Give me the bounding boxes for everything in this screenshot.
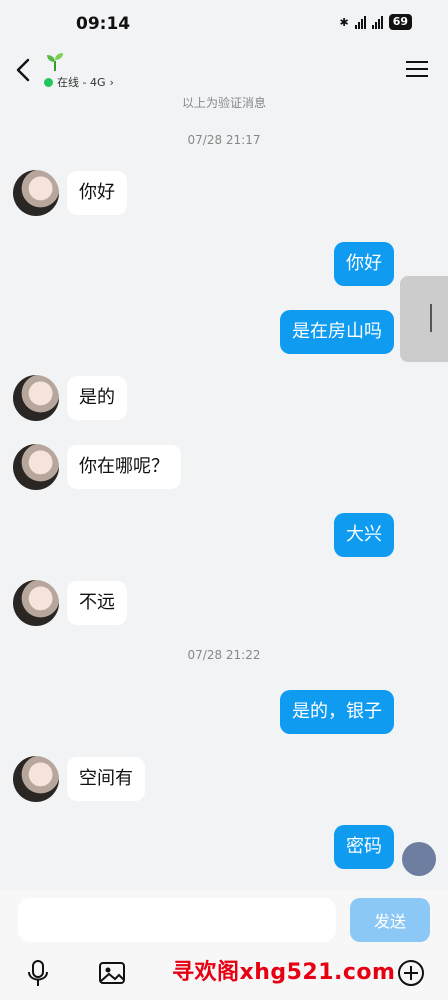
message-bubble-outgoing[interactable]: 你好 [334,242,394,286]
message-row: 是的 [0,375,448,421]
timestamp: 07/28 21:17 [187,133,261,147]
message-bubble-incoming[interactable]: 你好 [67,171,127,215]
message-row: 大兴 [0,512,448,558]
signal-icon [371,15,383,29]
plus-icon[interactable] [396,958,426,988]
send-button[interactable]: 发送 [350,898,430,942]
back-icon[interactable] [14,56,34,84]
chevron-right-icon: › [109,75,114,89]
input-bar: 发送 [0,890,448,950]
message-row: 空间有 [0,756,448,802]
message-bubble-outgoing[interactable]: 是的，银子 [280,690,394,734]
avatar[interactable] [13,170,59,216]
message-bubble-incoming[interactable]: 空间有 [67,757,145,801]
verification-notice: 以上为验证消息 [181,96,266,110]
message-bubble-outgoing[interactable]: 大兴 [334,513,394,557]
status-bar: 09:14 ✱ 69 [0,0,448,48]
avatar[interactable] [13,756,59,802]
battery-icon: 69 [388,14,412,30]
avatar[interactable] [13,375,59,421]
message-row: 你好 [0,241,448,287]
message-input[interactable] [18,898,336,942]
microphone-icon[interactable] [23,958,53,988]
floating-assistant-button[interactable] [402,842,436,876]
message-row: 你好 [0,170,448,216]
sprout-icon [47,53,63,71]
message-row: 密码 [0,824,448,870]
status-time: 09:14 [76,14,131,34]
message-bubble-incoming[interactable]: 你在哪呢？ [67,445,181,489]
avatar[interactable] [13,580,59,626]
message-bubble-incoming[interactable]: 是的 [67,376,127,420]
image-icon[interactable] [97,958,127,988]
message-row: 不远 [0,580,448,626]
online-dot [44,77,53,87]
message-bubble-outgoing[interactable]: 是在房山吗 [280,310,394,354]
floating-window-handle[interactable] [400,276,448,362]
contact-info[interactable]: 在线 - 4G › [44,50,114,90]
chat-list[interactable]: 以上为验证消息 07/28 21:17 你好 你好 是在房山吗 是的 你在哪呢？… [0,92,448,890]
message-bubble-outgoing[interactable]: 密码 [334,825,394,869]
menu-icon[interactable] [406,60,428,78]
message-row: 是在房山吗 [0,309,448,355]
message-bubble-incoming[interactable]: 不远 [67,581,127,625]
chat-header: 在线 - 4G › [0,48,448,92]
signal-icon [354,15,366,29]
bluetooth-icon: ✱ [339,15,349,29]
message-row: 你在哪呢？ [0,444,448,490]
message-row: 是的，银子 [0,689,448,735]
avatar[interactable] [13,444,59,490]
online-status-label: 在线 - 4G [57,76,106,89]
online-status: 在线 - 4G › [44,74,114,90]
status-icons: ✱ 69 [339,14,412,30]
timestamp: 07/28 21:22 [187,648,261,662]
watermark: 寻欢阁xhg521.com [172,960,396,985]
